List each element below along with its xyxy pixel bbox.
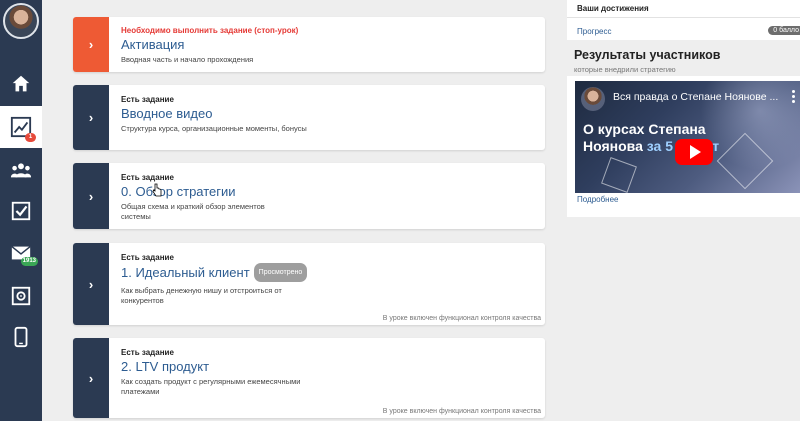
results-subtitle: которые внедрили стратегию xyxy=(574,65,676,74)
lesson-requirement: Есть задание xyxy=(121,253,174,262)
lesson-requirement: Необходимо выполнить задание (стоп-урок) xyxy=(121,26,299,35)
checkbox-icon xyxy=(11,201,31,221)
chevron-right-icon[interactable]: › xyxy=(73,17,109,72)
lesson-requirement: Есть задание xyxy=(121,348,174,357)
chevron-right-icon[interactable]: › xyxy=(73,338,109,418)
achievements-title: Ваши достижения xyxy=(577,4,649,13)
home-nav-item[interactable] xyxy=(0,63,42,105)
tasks-nav-item[interactable] xyxy=(0,190,42,232)
more-details-link[interactable]: Подробнее xyxy=(577,195,619,204)
lesson-card-strategy-overview[interactable]: › Есть задание 0. Обзор стратегии Общая … xyxy=(73,163,545,229)
users-group-icon xyxy=(10,163,32,178)
chevron-right-icon[interactable]: › xyxy=(73,163,109,229)
results-title: Результаты участников xyxy=(574,48,721,62)
lesson-card-activation[interactable]: › Необходимо выполнить задание (стоп-уро… xyxy=(73,17,545,72)
play-button[interactable] xyxy=(675,139,713,165)
quality-control-note: В уроке включен функционал контроля каче… xyxy=(382,408,541,415)
more-options-icon[interactable] xyxy=(792,90,796,105)
achievements-card: Ваши достижения Прогресс 0 балло xyxy=(567,0,800,40)
viewed-badge: Просмотрено xyxy=(253,263,308,282)
decorative-shape xyxy=(601,157,637,193)
lesson-title-row: 1. Идеальный клиент Просмотрено xyxy=(121,263,537,283)
lesson-card-ltv-product[interactable]: › Есть задание 2. LTV продукт Как создат… xyxy=(73,338,545,418)
messages-nav-item[interactable]: 1913 xyxy=(0,232,42,274)
lesson-title[interactable]: 1. Идеальный клиент xyxy=(121,265,250,280)
lesson-description: Общая схема и краткий обзор элементов си… xyxy=(121,202,265,221)
hand-cursor-icon xyxy=(152,183,162,197)
progress-badge: 1 xyxy=(25,133,36,142)
lesson-title[interactable]: 0. Обзор стратегии xyxy=(121,184,537,199)
lesson-description: Структура курса, организационные моменты… xyxy=(121,124,307,133)
lesson-requirement: Есть задание xyxy=(121,173,174,182)
lesson-requirement: Есть задание xyxy=(121,95,174,104)
results-video-card: Вся правда о Степане Ноянове ... О курса… xyxy=(567,76,800,217)
channel-avatar[interactable] xyxy=(581,87,605,111)
points-badge: 0 балло xyxy=(768,26,800,35)
safe-icon xyxy=(11,286,31,306)
mobile-nav-item[interactable] xyxy=(0,316,42,358)
sidebar: 1 1913 xyxy=(0,0,42,421)
chevron-right-icon[interactable]: › xyxy=(73,243,109,325)
lesson-description: Как создать продукт с регулярными ежемес… xyxy=(121,377,301,396)
lesson-title[interactable]: Активация xyxy=(121,37,537,52)
progress-link[interactable]: Прогресс xyxy=(577,27,611,36)
user-avatar[interactable] xyxy=(3,3,39,39)
messages-badge: 1913 xyxy=(20,257,38,266)
divider xyxy=(567,17,800,18)
lesson-card-ideal-client[interactable]: › Есть задание 1. Идеальный клиент Просмо… xyxy=(73,243,545,325)
lesson-title[interactable]: 2. LTV продукт xyxy=(121,359,537,374)
lesson-description: Как выбрать денежную нишу и отстроиться … xyxy=(121,286,282,305)
progress-nav-item[interactable]: 1 xyxy=(0,106,42,148)
home-icon xyxy=(12,75,30,92)
lesson-title[interactable]: Вводное видео xyxy=(121,106,537,121)
lesson-description: Вводная часть и начало прохождения xyxy=(121,55,254,64)
safe-nav-item[interactable] xyxy=(0,275,42,317)
video-player[interactable]: Вся правда о Степане Ноянове ... О курса… xyxy=(575,81,800,193)
quality-control-note: В уроке включен функционал контроля каче… xyxy=(382,315,541,322)
video-title[interactable]: Вся правда о Степане Ноянове ... xyxy=(613,91,778,103)
lesson-card-intro-video[interactable]: › Есть задание Вводное видео Структура к… xyxy=(73,85,545,150)
community-nav-item[interactable] xyxy=(0,149,42,191)
chevron-right-icon[interactable]: › xyxy=(73,85,109,150)
smartphone-icon xyxy=(14,326,28,348)
